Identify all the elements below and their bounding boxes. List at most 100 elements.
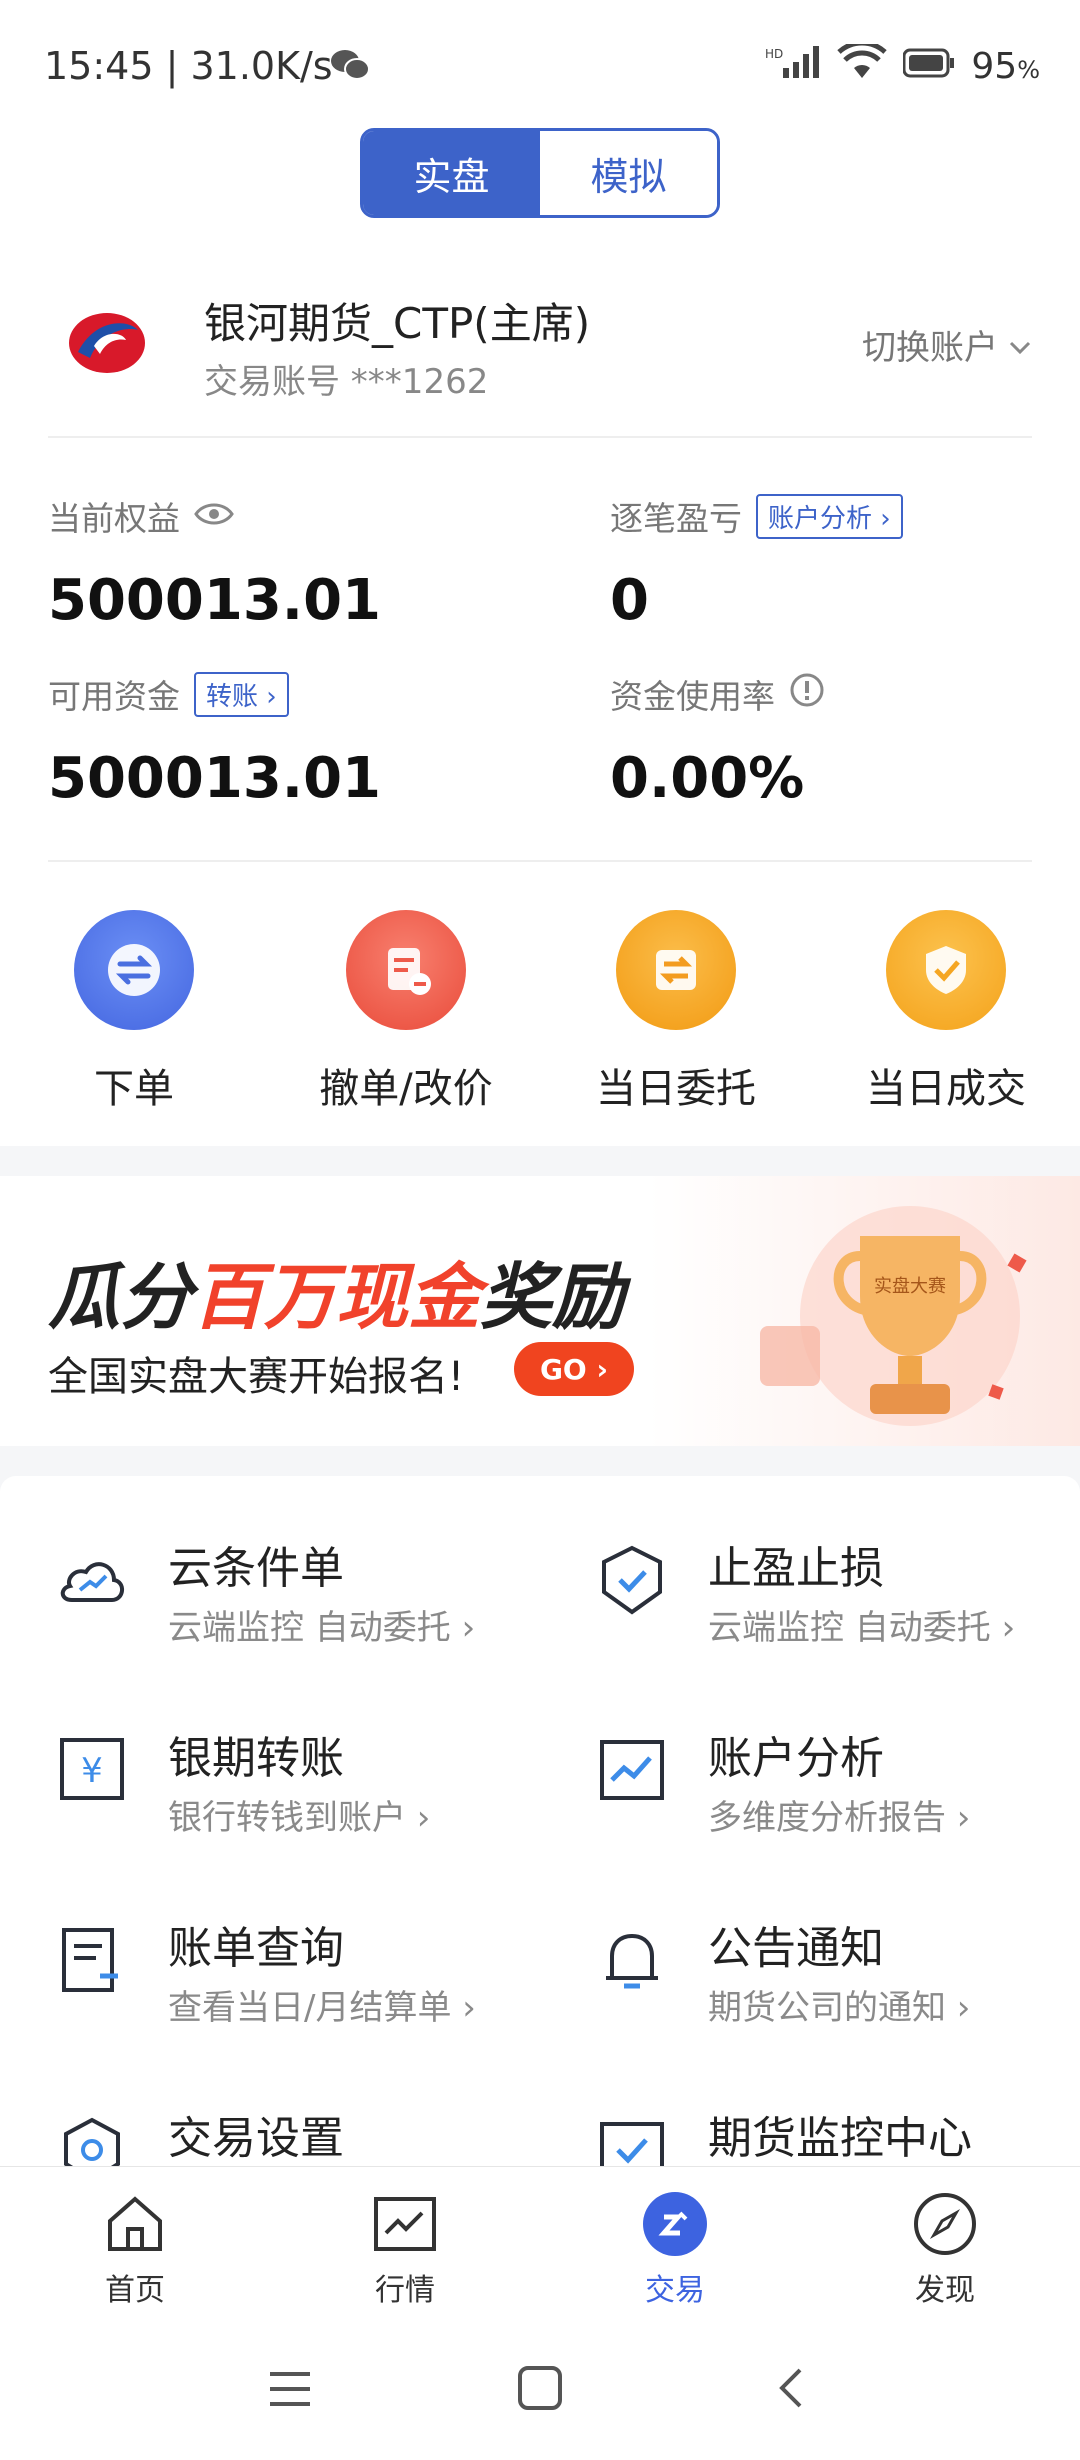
service-title: 账户分析 <box>708 1733 884 1784</box>
equity-label: 当前权益 <box>48 499 180 538</box>
services-panel: 云条件单 云端监控 自动委托 › 止盈止损 云端监控 自动委托 › ¥ 银期转账… <box>0 1476 1080 2166</box>
bill-icon <box>52 1920 132 2000</box>
service-futures-monitor[interactable]: 期货监控中心 <box>540 2046 1060 2166</box>
tab-market[interactable]: 行情 <box>270 2189 540 2309</box>
tab-label: 交易 <box>645 2273 705 2308</box>
info-icon[interactable] <box>789 672 825 716</box>
compass-icon <box>910 2189 980 2259</box>
service-bill-query[interactable]: 账单查询 查看当日/月结算单 › <box>0 1856 520 2046</box>
equity-label-row: 当前权益 <box>48 492 234 540</box>
battery-level: 95% <box>971 46 1040 87</box>
usage-label: 资金使用率 <box>610 677 775 716</box>
eye-icon[interactable] <box>194 497 234 536</box>
trade-icon <box>640 2189 710 2259</box>
wifi-icon <box>837 40 888 89</box>
yen-transfer-icon: ¥ <box>52 1730 132 1810</box>
today-orders-label: 当日委托 <box>596 1066 756 1112</box>
tab-real[interactable]: 实盘 <box>363 131 540 215</box>
service-title: 公告通知 <box>708 1923 884 1974</box>
today-trades-label: 当日成交 <box>866 1066 1026 1112</box>
tab-trade[interactable]: 交易 <box>540 2189 810 2309</box>
tab-label: 行情 <box>375 2273 435 2308</box>
chevron-down-icon <box>1008 325 1032 365</box>
service-cloud-order[interactable]: 云条件单 云端监控 自动委托 › <box>0 1476 520 1666</box>
chart-icon <box>592 1730 672 1810</box>
equity-value: 500013.01 <box>48 568 381 633</box>
switch-account-button[interactable]: 切换账户 <box>862 320 1032 369</box>
account-card: 银河期货_CTP(主席) 交易账号 ***1262 切换账户 当前权益 5000… <box>0 246 1080 1146</box>
trades-icon <box>886 910 1006 1030</box>
service-account-analysis[interactable]: 账户分析 多维度分析报告 › <box>540 1666 1060 1856</box>
home-square-icon[interactable] <box>516 2364 564 2416</box>
service-title: 账单查询 <box>168 1923 344 1974</box>
service-subtitle: 多维度分析报告 › <box>708 1798 971 1838</box>
cancel-modify-button[interactable]: 撤单/改价 <box>306 910 506 1114</box>
tab-discover[interactable]: 发现 <box>810 2189 1080 2309</box>
available-label: 可用资金 <box>48 677 180 716</box>
tab-simulation[interactable]: 模拟 <box>540 131 717 215</box>
service-take-profit-stop-loss[interactable]: 止盈止损 云端监控 自动委托 › <box>540 1476 1060 1666</box>
mode-switch-bar: 实盘 模拟 <box>0 120 1080 246</box>
signal-icon: HD <box>765 44 821 89</box>
status-bar: 15:45 | 31.0K/s HD 95% <box>0 0 1080 120</box>
service-title: 云条件单 <box>168 1543 344 1594</box>
service-bank-transfer[interactable]: ¥ 银期转账 银行转钱到账户 › <box>0 1666 520 1856</box>
service-subtitle: 云端监控 自动委托 › <box>708 1608 1016 1648</box>
home-icon <box>100 2189 170 2259</box>
pnl-label: 逐笔盈亏 <box>610 499 742 538</box>
usage-label-row: 资金使用率 <box>610 670 825 718</box>
account-number: 交易账号 ***1262 <box>204 362 489 402</box>
shield-check-icon <box>592 1540 672 1620</box>
service-title: 期货监控中心 <box>708 2113 972 2164</box>
service-announcements[interactable]: 公告通知 期货公司的通知 › <box>540 1856 1060 2046</box>
cloud-icon <box>52 1540 132 1620</box>
service-subtitle: 查看当日/月结算单 › <box>168 1988 476 2028</box>
svg-text:¥: ¥ <box>81 1751 103 1791</box>
tab-label: 发现 <box>915 2273 975 2308</box>
service-subtitle: 期货公司的通知 › <box>708 1988 971 2028</box>
service-title: 银期转账 <box>168 1733 344 1784</box>
back-icon[interactable] <box>770 2364 810 2416</box>
account-analysis-link[interactable]: 账户分析 › <box>756 493 903 539</box>
pnl-label-row: 逐笔盈亏 账户分析 › <box>610 492 903 540</box>
promo-banner[interactable]: 瓜分百万现金奖励 全国实盘大赛开始报名! GO › 实盘大赛 <box>0 1176 1080 1446</box>
market-icon <box>370 2189 440 2259</box>
today-orders-button[interactable]: 当日委托 <box>576 910 776 1114</box>
usage-value: 0.00% <box>610 746 805 811</box>
wechat-icon <box>330 48 370 86</box>
cancel-order-icon <box>346 910 466 1030</box>
banner-go-button[interactable]: GO › <box>514 1342 634 1396</box>
service-trade-settings[interactable]: 交易设置 <box>0 2046 520 2166</box>
menu-icon[interactable] <box>266 2366 314 2416</box>
service-title: 交易设置 <box>168 2113 344 2164</box>
svg-text:实盘大赛: 实盘大赛 <box>874 1276 946 1297</box>
place-order-button[interactable]: 下单 <box>34 910 234 1114</box>
transfer-link[interactable]: 转账 › <box>194 671 289 717</box>
broker-logo <box>64 300 150 386</box>
available-label-row: 可用资金 转账 › <box>48 670 289 718</box>
place-order-label: 下单 <box>94 1066 174 1112</box>
today-trades-button[interactable]: 当日成交 <box>846 910 1046 1114</box>
tab-label: 首页 <box>105 2273 165 2308</box>
banner-subline: 全国实盘大赛开始报名! <box>48 1354 465 1400</box>
bottom-tab-bar: 首页 行情 交易 发现 <box>0 2166 1080 2318</box>
bell-icon <box>592 1920 672 2000</box>
tab-home[interactable]: 首页 <box>0 2189 270 2309</box>
switch-account-label: 切换账户 <box>862 328 998 368</box>
account-name: 银河期货_CTP(主席) <box>204 299 591 348</box>
mode-segmented-control: 实盘 模拟 <box>360 128 720 218</box>
battery-icon <box>902 46 955 87</box>
orders-icon <box>616 910 736 1030</box>
service-title: 止盈止损 <box>708 1543 884 1594</box>
status-right: HD 95% <box>765 40 1040 89</box>
exchange-icon <box>74 910 194 1030</box>
banner-headline: 瓜分百万现金奖励 <box>48 1255 625 1339</box>
status-time: 15:45 | 31.0K/s <box>44 44 333 88</box>
trophy-icon: 实盘大赛 <box>720 1196 1050 1436</box>
cancel-modify-label: 撤单/改价 <box>319 1066 493 1112</box>
divider <box>48 860 1032 862</box>
svg-text:HD: HD <box>765 47 783 61</box>
settings-icon <box>52 2110 132 2166</box>
pnl-value: 0 <box>610 568 649 633</box>
system-nav-bar <box>0 2318 1080 2460</box>
